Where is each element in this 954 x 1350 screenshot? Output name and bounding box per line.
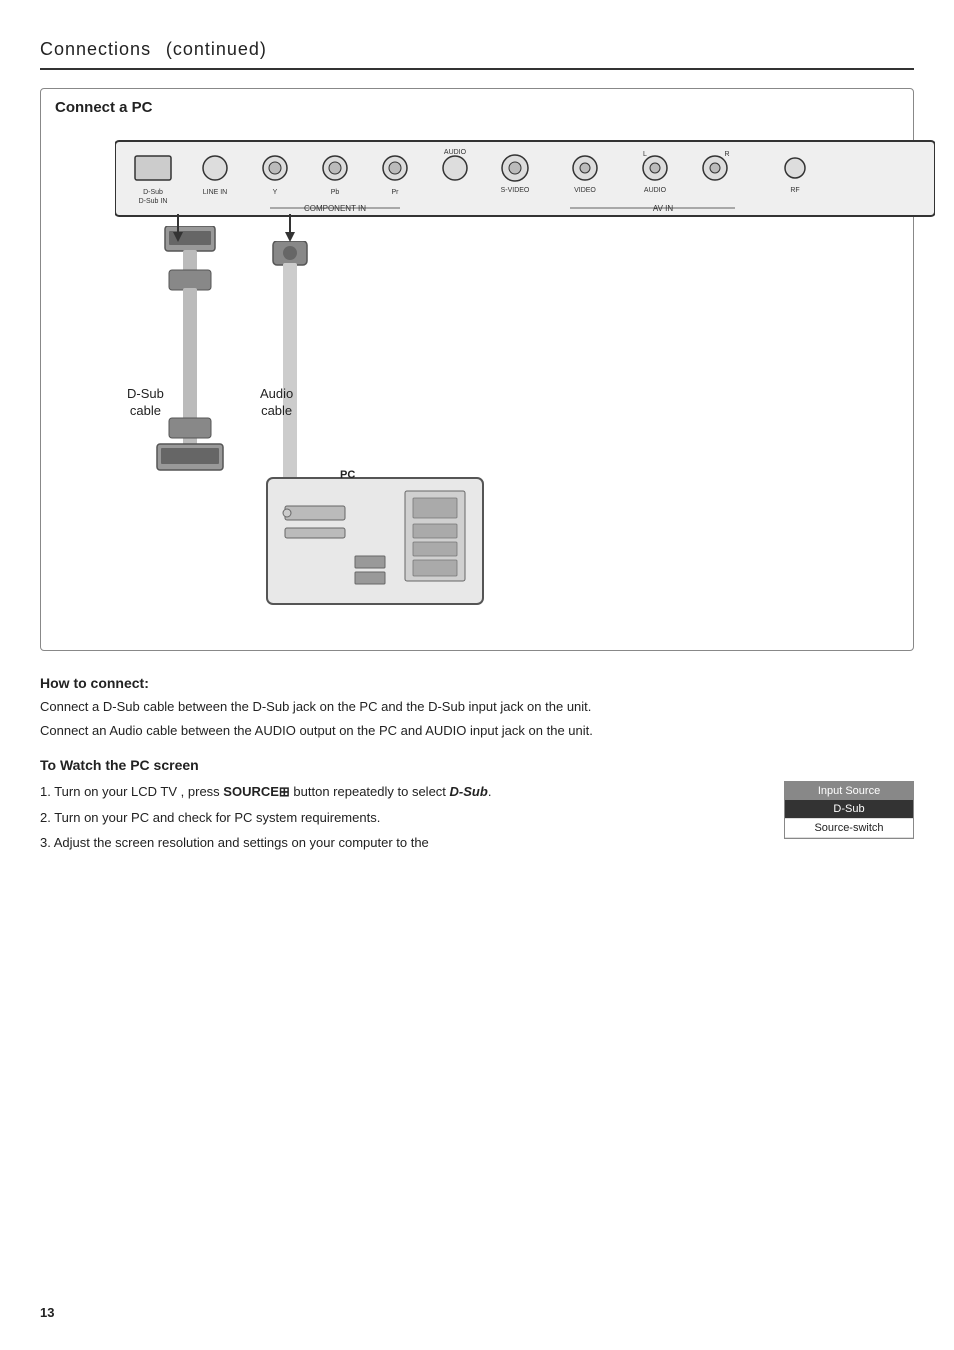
svg-text:LINE IN: LINE IN [203,189,228,196]
source-menu-header: Input Source [785,782,913,800]
dsub-arrow [171,214,185,242]
source-bold: SOURCE⊞ [223,784,290,799]
step-1: 1. Turn on your LCD TV , press SOURCE⊞ b… [40,781,764,802]
how-to-connect-text1: Connect a D-Sub cable between the D-Sub … [40,697,914,717]
source-menu: Input Source D-Sub Source-switch [784,781,914,839]
svg-text:AUDIO: AUDIO [644,187,667,194]
connect-pc-section: Connect a PC D-Sub D-Sub IN LINE IN Y Pb [40,88,914,651]
source-menu-item-dsub: D-Sub [785,800,913,819]
svg-text:AUDIO: AUDIO [444,149,467,156]
step-2: 2. Turn on your PC and check for PC syst… [40,807,764,828]
svg-text:Pb: Pb [331,189,340,196]
svg-text:RF: RF [790,187,799,194]
svg-text:Y: Y [273,189,278,196]
svg-text:Pr: Pr [392,189,400,196]
watch-pc-heading: To Watch the PC screen [40,757,914,773]
svg-text:VIDEO: VIDEO [574,187,596,194]
steps-list: 1. Turn on your LCD TV , press SOURCE⊞ b… [40,781,764,857]
step-3: 3. Adjust the screen resolution and sett… [40,832,764,853]
dsub-bold: D-Sub [450,784,488,799]
svg-text:D-Sub: D-Sub [143,189,163,196]
svg-text:D-Sub IN: D-Sub IN [139,198,168,205]
audio-cable-label: Audio cable [260,386,293,420]
diagram-area: D-Sub D-Sub IN LINE IN Y Pb Pr COMPONENT… [55,126,899,626]
audio-arrow [283,214,297,242]
watch-pc-section: To Watch the PC screen 1. Turn on your L… [40,757,914,857]
how-to-connect-heading: How to connect: [40,675,914,691]
pc-box-label: PC [340,468,355,482]
steps-row: 1. Turn on your LCD TV , press SOURCE⊞ b… [40,781,914,857]
page-number: 13 [40,1305,54,1320]
page-title: Connections (continued) [40,30,914,62]
svg-text:COMPONENT IN: COMPONENT IN [304,204,366,213]
svg-text:S-VIDEO: S-VIDEO [501,187,530,194]
pc-box [265,476,485,606]
source-menu-item-switch: Source-switch [785,819,913,838]
dsub-cable-label: D-Sub cable [127,386,164,420]
svg-text:AV IN: AV IN [653,204,674,213]
how-to-connect-section: How to connect: Connect a D-Sub cable be… [40,675,914,741]
svg-text:L: L [643,151,647,158]
section-title: Connect a PC [55,99,899,116]
how-to-connect-text2: Connect an Audio cable between the AUDIO… [40,721,914,741]
page-header: Connections (continued) [40,30,914,70]
tv-back-panel: D-Sub D-Sub IN LINE IN Y Pb Pr COMPONENT… [115,136,935,236]
svg-text:R: R [724,151,729,158]
